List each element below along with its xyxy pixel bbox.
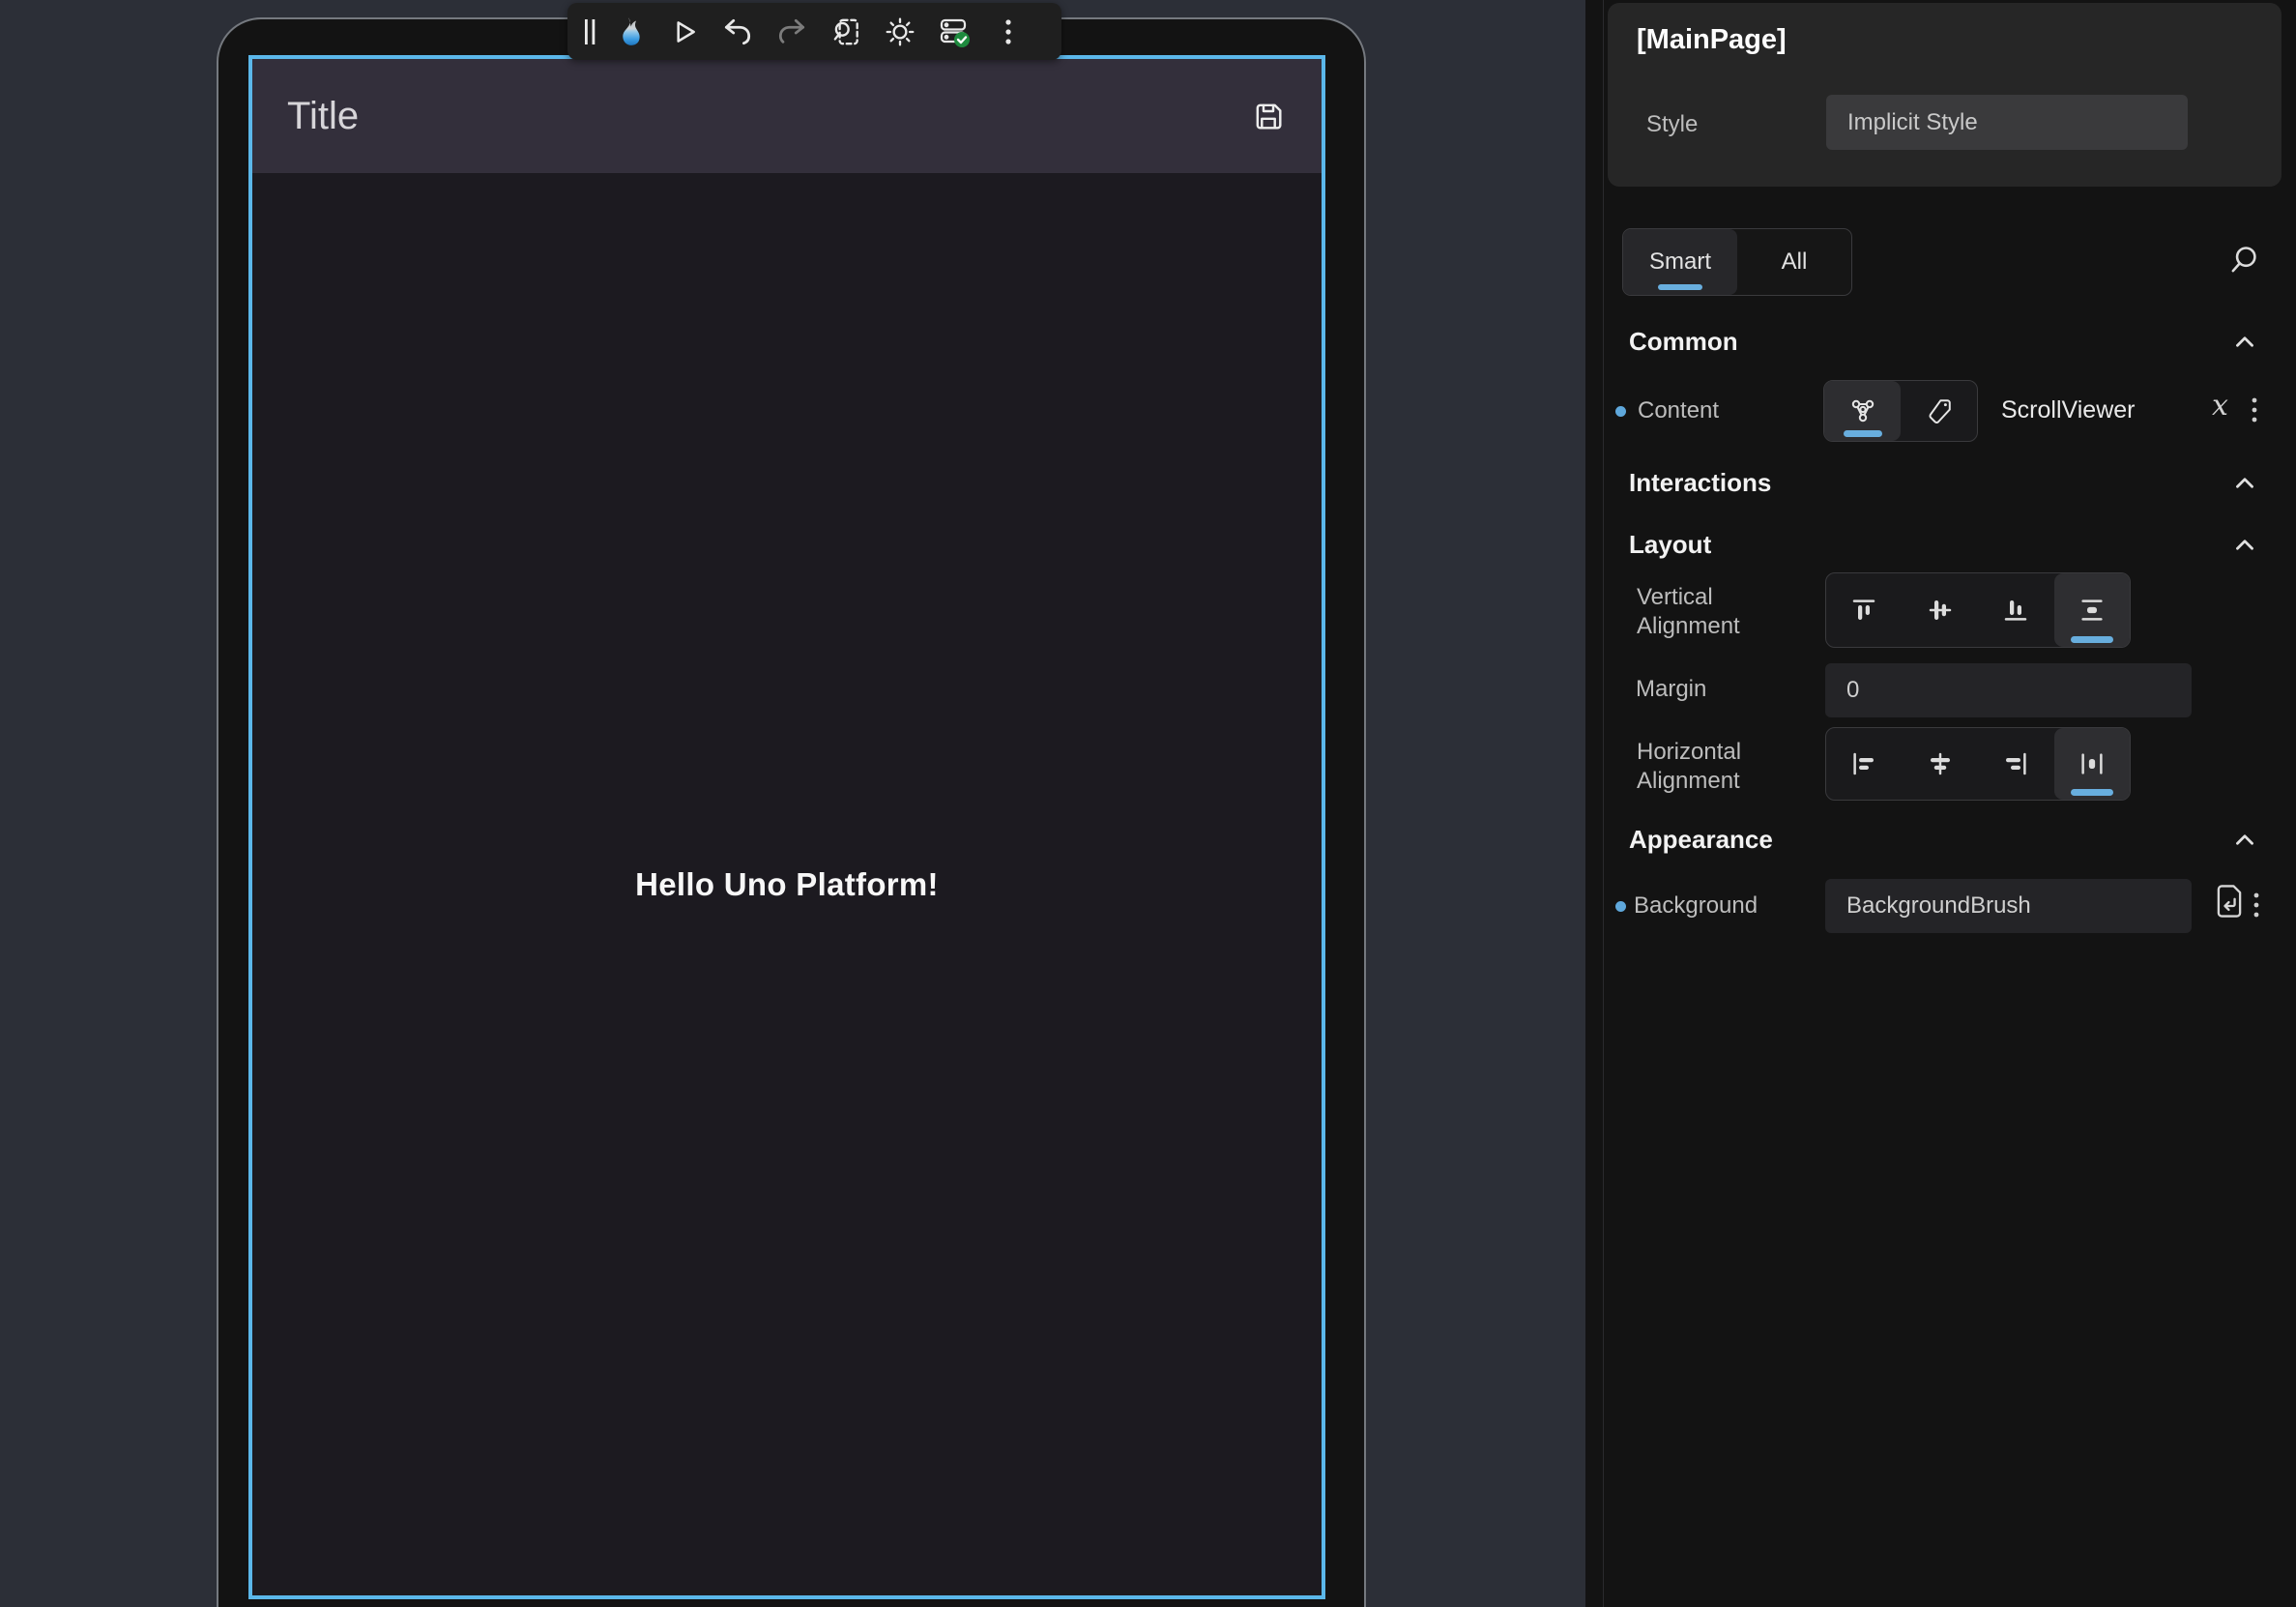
section-interactions[interactable]: Interactions <box>1629 468 1771 498</box>
content-modified-dot <box>1615 406 1626 417</box>
tab-all-label: All <box>1782 248 1808 276</box>
panel-divider <box>1603 0 1604 1607</box>
resource-reference-icon[interactable] <box>2212 882 2247 920</box>
hello-text[interactable]: Hello Uno Platform! <box>635 866 939 903</box>
content-more-icon[interactable] <box>2251 395 2258 426</box>
valign-stretch-button[interactable] <box>2054 573 2131 647</box>
collapse-layout-icon[interactable] <box>2231 532 2258 559</box>
property-filter-tabs: Smart All <box>1622 228 1852 296</box>
halign-left-button[interactable] <box>1826 728 1903 800</box>
more-options-icon[interactable] <box>981 7 1035 57</box>
margin-field[interactable]: 0 <box>1825 663 2192 717</box>
style-label: Style <box>1646 111 1698 138</box>
inspect-element-icon[interactable] <box>819 7 873 57</box>
connection-status-icon[interactable] <box>927 7 981 57</box>
valign-top-button[interactable] <box>1826 573 1903 647</box>
section-common[interactable]: Common <box>1629 327 1738 357</box>
hot-design-flame-icon[interactable] <box>602 7 656 57</box>
collapse-interactions-icon[interactable] <box>2231 470 2258 497</box>
content-label: Content <box>1638 397 1719 424</box>
redo-button[interactable] <box>765 7 819 57</box>
vertical-alignment-group <box>1825 572 2131 648</box>
tab-all[interactable]: All <box>1737 229 1851 295</box>
halign-center-button[interactable] <box>1903 728 1979 800</box>
active-editor-indicator <box>1844 430 1882 437</box>
halign-right-button[interactable] <box>1978 728 2054 800</box>
visual-tree-icon[interactable] <box>1824 381 1901 441</box>
tab-smart[interactable]: Smart <box>1623 229 1737 295</box>
background-more-icon[interactable] <box>2252 891 2260 921</box>
background-label: Background <box>1634 892 1758 920</box>
markup-binding-icon[interactable]: x <box>2212 389 2228 423</box>
margin-label: Margin <box>1636 676 1706 703</box>
drag-handle-icon[interactable] <box>577 7 602 57</box>
valign-center-button[interactable] <box>1903 573 1979 647</box>
content-value[interactable]: ScrollViewer <box>2001 396 2135 424</box>
style-value-field[interactable]: Implicit Style <box>1826 95 2188 150</box>
content-editor-toggle <box>1823 380 1978 442</box>
app-title: Title <box>287 95 359 138</box>
selected-element-card: [MainPage] Style Implicit Style <box>1608 3 2281 187</box>
search-icon[interactable] <box>2225 242 2262 278</box>
hot-design-toolbar <box>567 3 1061 60</box>
horizontal-alignment-label: Horizontal Alignment <box>1637 738 1791 796</box>
halign-selected-indicator <box>2071 789 2113 796</box>
tag-icon[interactable] <box>1901 381 1977 441</box>
page-canvas[interactable]: Hello Uno Platform! <box>252 173 1322 1595</box>
tab-smart-label: Smart <box>1649 248 1711 276</box>
app-title-bar[interactable]: Title <box>252 59 1322 173</box>
selected-page-outline[interactable]: Title Hello Uno Platform! <box>248 55 1325 1599</box>
collapse-common-icon[interactable] <box>2231 329 2258 356</box>
property-inspector-panel: [MainPage] Style Implicit Style Smart Al… <box>1585 0 2296 1607</box>
hot-design-workspace: Title Hello Uno Platform! <box>0 0 2296 1607</box>
valign-bottom-button[interactable] <box>1978 573 2054 647</box>
selected-element-name: [MainPage] <box>1637 24 1787 56</box>
active-tab-indicator <box>1658 284 1702 290</box>
background-modified-dot <box>1615 901 1626 912</box>
theme-light-icon[interactable] <box>873 7 927 57</box>
play-button[interactable] <box>656 7 711 57</box>
background-field[interactable]: BackgroundBrush <box>1825 879 2192 933</box>
horizontal-alignment-group <box>1825 727 2131 801</box>
save-icon[interactable] <box>1250 98 1287 134</box>
collapse-appearance-icon[interactable] <box>2231 827 2258 854</box>
section-layout[interactable]: Layout <box>1629 530 1711 560</box>
undo-button[interactable] <box>711 7 765 57</box>
valign-selected-indicator <box>2071 636 2113 643</box>
vertical-alignment-label: Vertical Alignment <box>1637 583 1791 641</box>
section-appearance[interactable]: Appearance <box>1629 825 1773 855</box>
halign-stretch-button[interactable] <box>2054 728 2131 800</box>
